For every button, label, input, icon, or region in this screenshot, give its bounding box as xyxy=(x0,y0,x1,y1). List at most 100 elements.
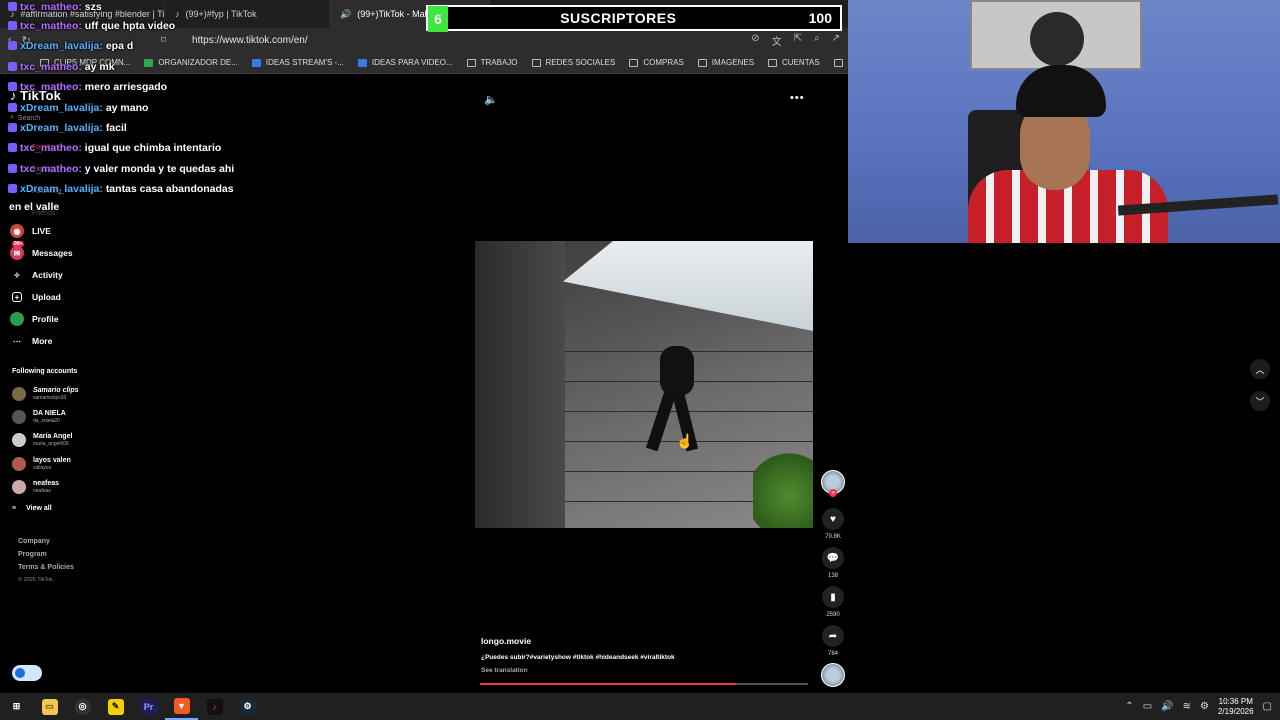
bookmark-item[interactable]: ORGANIZADOR DE... xyxy=(144,58,238,67)
climber-torso xyxy=(660,346,694,396)
next-video-button[interactable]: ﹀ xyxy=(1250,391,1270,411)
search-icon: ⌕ xyxy=(10,114,14,121)
windows-taskbar: ⊞ ▭ ◎ ✎ Pr ▼ ♪ ⚙ ⌃ ▭ 🔊 ≋ ⚙ 10:36 PM 2/19/… xyxy=(0,693,1280,720)
following-account[interactable]: Samario clips samarioclips30 xyxy=(12,384,79,404)
follow-plus-icon[interactable]: + xyxy=(829,489,837,497)
bookmark-item[interactable]: CUENTAS xyxy=(768,58,820,67)
zoom-icon[interactable]: ⌕ xyxy=(814,33,820,48)
more-options-icon[interactable]: ••• xyxy=(790,92,805,104)
footer-company-link[interactable]: Company xyxy=(18,538,50,545)
following-account[interactable]: DA NIELA da_xniela20 xyxy=(12,407,66,427)
bookmark-item[interactable]: IA xyxy=(833,58,848,67)
start-button[interactable]: ⊞ xyxy=(0,693,33,720)
mute-site-icon[interactable]: ⊘ xyxy=(751,33,759,48)
taskbar-app[interactable]: ▭ xyxy=(33,693,66,720)
taskbar-app[interactable]: ◎ xyxy=(66,693,99,720)
tray-chevron-icon[interactable]: ⌃ xyxy=(1125,701,1133,712)
footer-terms-link[interactable]: Terms & Policies xyxy=(18,564,74,571)
taskbar-app[interactable]: ▼ xyxy=(165,693,198,720)
previous-video-button[interactable]: ︿ xyxy=(1250,359,1270,379)
nav-upload[interactable]: + Upload xyxy=(10,288,110,306)
chat-user: txc_matheo: xyxy=(20,163,82,175)
system-tray: ⌃ ▭ 🔊 ≋ ⚙ 10:36 PM 2/19/2026 ▢ xyxy=(1125,697,1280,717)
url-field[interactable]: https://www.tiktok.com/en/ xyxy=(192,35,308,46)
bookmark-item[interactable]: TRABAJO xyxy=(466,58,518,67)
taskbar-app[interactable]: Pr xyxy=(132,693,165,720)
like-button[interactable]: ♥ xyxy=(822,508,844,530)
view-all-link[interactable]: ≡ View all xyxy=(12,505,52,512)
live-icon: ◉ xyxy=(10,224,24,238)
account-handle: samarioclips30 xyxy=(33,395,67,401)
settings-tray-icon[interactable]: ⚙ xyxy=(1200,701,1209,712)
subscriber-count: 100 xyxy=(808,10,832,26)
browser-tab[interactable]: ♪ (99+)#fyp | TikTok xyxy=(165,0,330,28)
comment-button[interactable]: 💬 xyxy=(822,547,844,569)
bookmark-label: IDEAS STREAM'S -... xyxy=(265,58,344,67)
brave-browser-icon: ▼ xyxy=(173,697,190,714)
chat-user: txc_matheo: xyxy=(20,81,82,93)
bookmark-item[interactable]: IDEAS PARA VIDEO... xyxy=(357,58,453,67)
bookmark-item[interactable]: IDEAS STREAM'S -... xyxy=(251,58,344,67)
speaker-icon: 🔊 xyxy=(340,8,352,19)
video-progress-bar[interactable] xyxy=(480,683,808,685)
chat-text: ay mano xyxy=(105,102,149,114)
chat-badge-icon xyxy=(8,164,17,173)
share-button[interactable]: ➦ xyxy=(822,625,844,647)
premiere-pro-icon: Pr xyxy=(140,698,157,715)
bookmark-item[interactable]: COMPRAS xyxy=(629,58,684,67)
chat-text: y valer monda y te quedas ahi xyxy=(84,163,235,175)
nav-activity[interactable]: ✧ Activity xyxy=(10,266,110,284)
open-external-icon[interactable]: ⇱ xyxy=(794,33,802,48)
video-player[interactable] xyxy=(475,241,813,528)
taskbar-app[interactable]: ⚙ xyxy=(231,693,264,720)
taskbar-app[interactable]: ✎ xyxy=(99,693,132,720)
chat-user: xDream_lavalija: xyxy=(20,122,103,134)
extension-toggle[interactable] xyxy=(12,665,42,681)
nav-label: Profile xyxy=(32,314,59,324)
share-icon[interactable]: ↗ xyxy=(832,33,840,48)
volume-icon[interactable]: 🔈 xyxy=(484,93,498,106)
chevron-up-icon: ︿ xyxy=(1255,364,1265,375)
translate-icon[interactable]: 文 xyxy=(772,33,782,48)
notification-icon[interactable]: ▢ xyxy=(1263,701,1272,712)
taskbar-clock[interactable]: 10:36 PM 2/19/2026 xyxy=(1218,697,1254,717)
bookmark-label: CUENTAS xyxy=(782,58,820,67)
following-account[interactable]: María Angel maria_angel606 xyxy=(12,430,72,450)
bookmark-label: IDEAS PARA VIDEO... xyxy=(371,58,453,67)
save-button[interactable]: ▮ xyxy=(822,586,844,608)
chat-message: xDream_lavalija: epa d xyxy=(8,40,133,52)
list-icon: ≡ xyxy=(12,505,17,512)
wall-poster xyxy=(970,0,1142,70)
bookmark-label: COMPRAS xyxy=(643,58,684,67)
chat-badge-icon xyxy=(8,184,17,193)
wifi-icon[interactable]: ≋ xyxy=(1183,701,1191,712)
account-name: neafeas xyxy=(33,480,60,487)
nav-live[interactable]: ◉ LIVE xyxy=(10,222,110,240)
following-account[interactable]: layos valen vallayos xyxy=(12,454,71,474)
see-translation-link[interactable]: See translation xyxy=(481,667,528,674)
obs-icon: ◎ xyxy=(74,698,91,715)
footer-program-link[interactable]: Program xyxy=(18,551,47,558)
tiktok-app-icon: ♪ xyxy=(206,698,223,715)
chat-message: xDream_lavalija: ay mano xyxy=(8,102,148,114)
bookmarks-bar: CLIPS MDP COMN... ORGANIZADOR DE... IDEA… xyxy=(0,52,848,74)
nav-label: More xyxy=(32,336,53,346)
copyright: © 2026 TikTok xyxy=(18,577,53,583)
sound-disc[interactable] xyxy=(821,663,845,687)
bookmark-item[interactable]: IMAGENES xyxy=(697,58,754,67)
volume-tray-icon[interactable]: 🔊 xyxy=(1161,701,1173,712)
bookmark-item[interactable]: REDES SOCIALES xyxy=(531,58,615,67)
nav-more[interactable]: ⋯ More xyxy=(10,332,110,350)
share-arrow-icon: ➦ xyxy=(828,630,838,642)
account-name: María Angel xyxy=(33,433,73,440)
bookmark-icon[interactable]: ⌑ xyxy=(161,35,166,46)
chat-text: igual que chimba intentario xyxy=(84,142,222,154)
chat-badge-icon xyxy=(8,123,17,132)
video-author[interactable]: longo.movie xyxy=(481,636,531,646)
network-icon[interactable]: ▭ xyxy=(1143,701,1152,712)
nav-messages[interactable]: ✉ 99+ Messages xyxy=(10,241,110,262)
following-account[interactable]: neafeas neafeas xyxy=(12,477,59,497)
taskbar-app[interactable]: ♪ xyxy=(198,693,231,720)
steam-icon: ⚙ xyxy=(239,698,256,715)
nav-profile[interactable]: Profile xyxy=(10,310,110,328)
